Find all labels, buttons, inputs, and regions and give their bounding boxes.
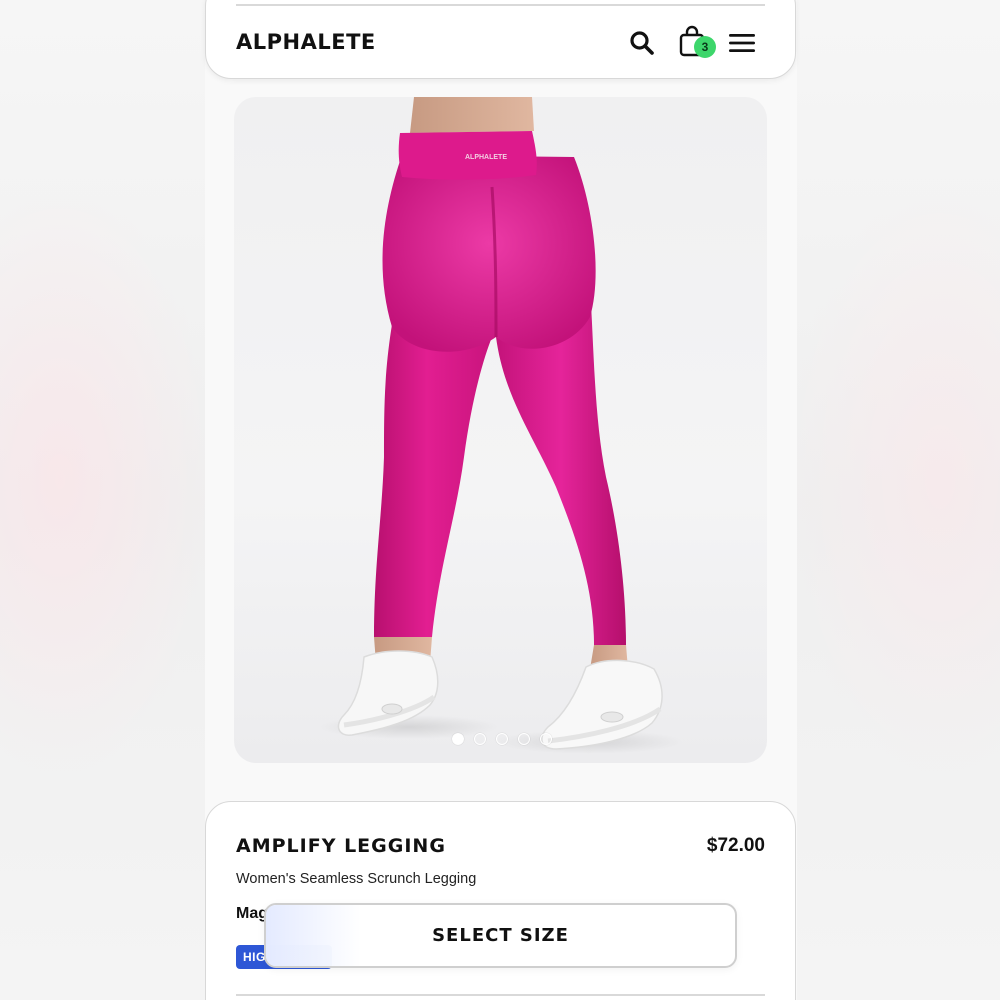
waistband-logo-text: ALPHALETE	[465, 154, 507, 161]
product-info-card: AMPLIFY LEGGING $72.00 Women's Seamless …	[205, 801, 796, 1000]
cart-button[interactable]: 3	[676, 25, 716, 61]
carousel-pagination	[234, 733, 767, 745]
info-divider	[236, 994, 765, 996]
carousel-dot[interactable]	[451, 733, 464, 745]
button-glare	[266, 905, 361, 966]
carousel-dot[interactable]	[495, 733, 508, 745]
product-title: AMPLIFY LEGGING	[236, 835, 446, 857]
product-price: $72.00	[706, 835, 765, 856]
cart-count-badge: 3	[694, 36, 716, 58]
product-subtitle: Women's Seamless Scrunch Legging	[236, 871, 477, 887]
hamburger-menu-icon	[729, 34, 755, 52]
brand-logo[interactable]: ALPHALETE	[236, 30, 376, 54]
search-icon	[630, 31, 654, 55]
product-image-carousel[interactable]: ALPHALETE	[234, 97, 767, 763]
select-size-label: SELECT SIZE	[432, 925, 569, 946]
site-header: ALPHALETE 3	[205, 0, 796, 79]
menu-button[interactable]	[724, 27, 760, 59]
header-divider	[236, 4, 765, 6]
carousel-dot[interactable]	[473, 733, 486, 745]
select-size-button[interactable]: SELECT SIZE	[264, 903, 737, 968]
carousel-dot[interactable]	[517, 733, 530, 745]
search-button[interactable]	[626, 27, 658, 59]
carousel-dot[interactable]	[539, 733, 552, 745]
legging-product-photo: ALPHALETE	[319, 97, 684, 754]
